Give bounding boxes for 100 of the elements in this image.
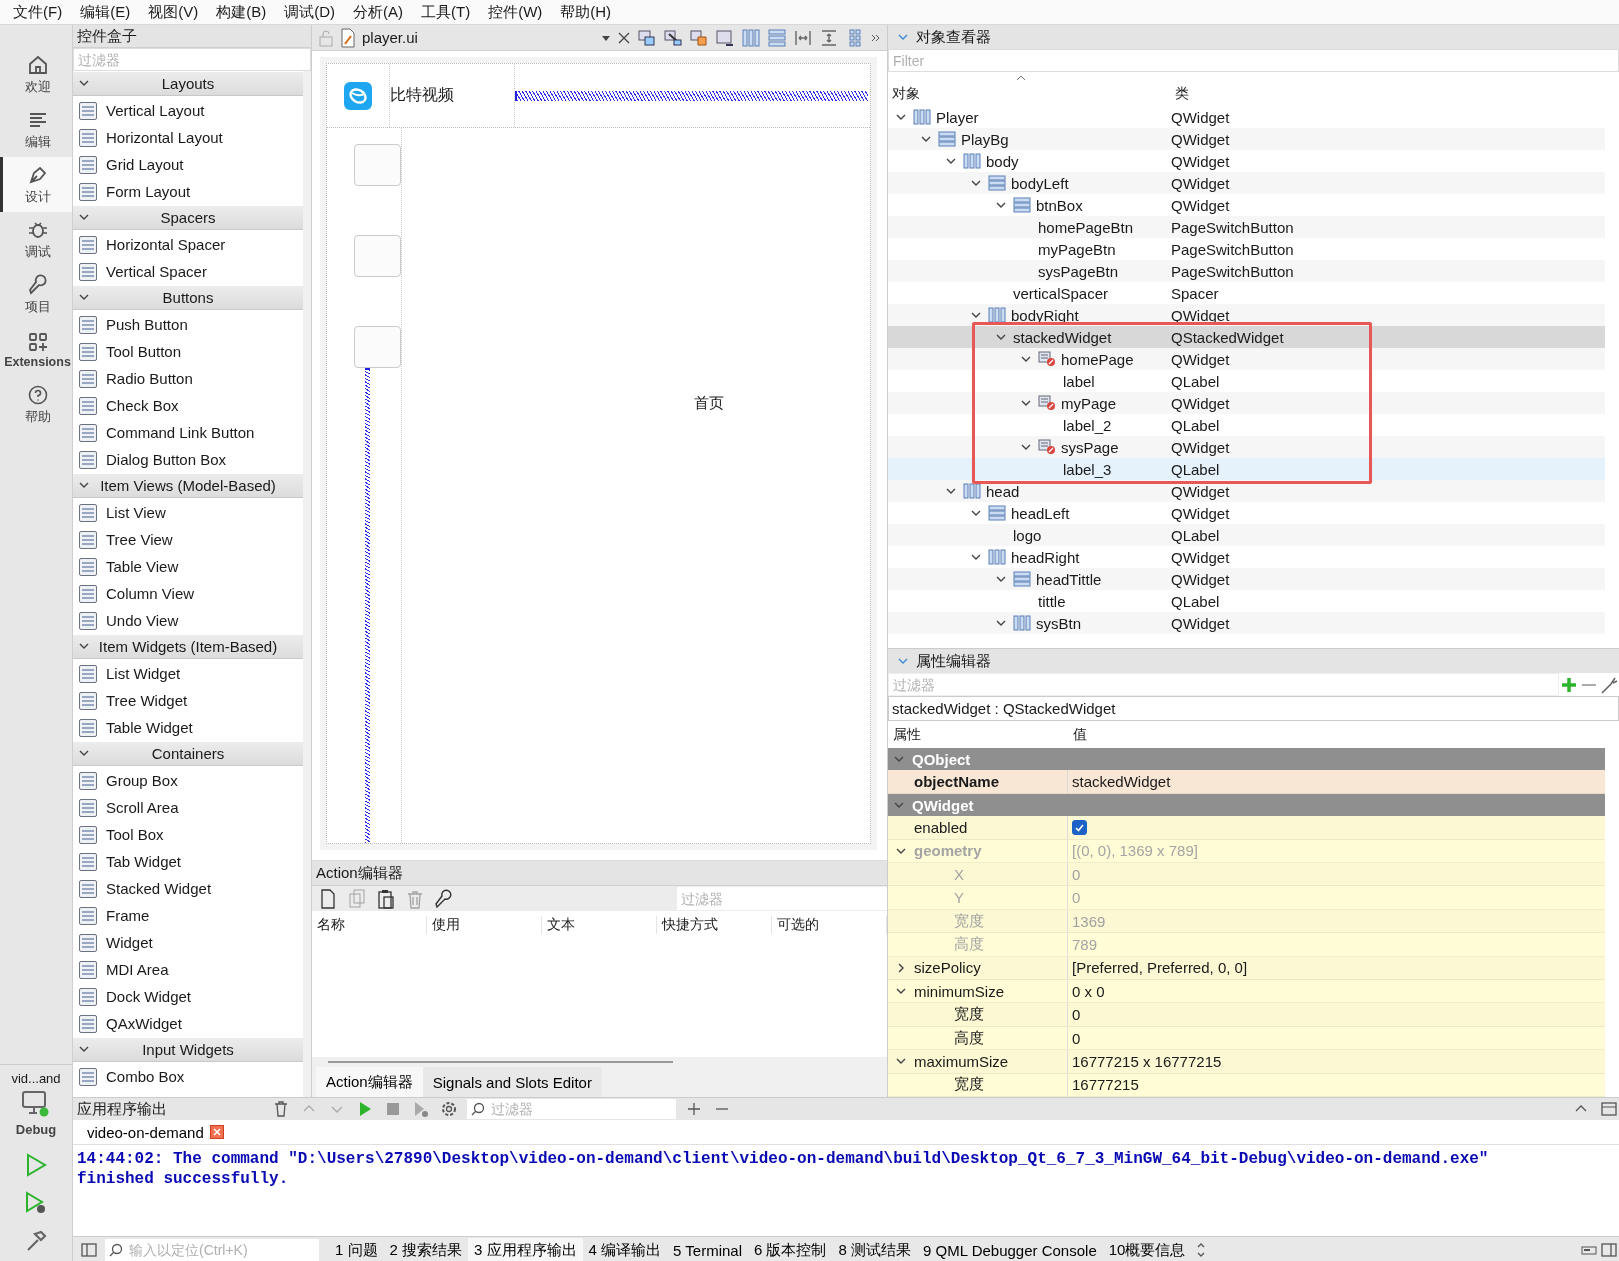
chevron-icon[interactable]	[971, 508, 981, 518]
widget-item[interactable]: Stacked Widget	[106, 880, 212, 897]
chevron-icon[interactable]	[79, 78, 89, 88]
chevron-icon[interactable]	[79, 748, 89, 758]
close-icon[interactable]	[209, 1125, 224, 1139]
property-value[interactable]: 16777215 x 16777215	[1068, 1053, 1605, 1070]
tree-row[interactable]: tittle QLabel	[888, 590, 1605, 612]
gear-icon[interactable]	[439, 1099, 459, 1119]
menu-item[interactable]: 分析(A)	[344, 2, 412, 22]
widget-item[interactable]: Group Box	[106, 772, 178, 789]
widget-item[interactable]: Vertical Spacer	[106, 263, 207, 280]
property-row[interactable]: 宽度 16777215	[888, 1073, 1605, 1097]
locator-input[interactable]: 输入以定位(Ctrl+K)	[127, 1241, 301, 1259]
widget-item[interactable]: Tree View	[106, 531, 173, 548]
chevron-icon[interactable]	[996, 200, 1006, 210]
category-header[interactable]: Layouts	[73, 72, 303, 96]
mode-button[interactable]: 项目	[0, 267, 72, 322]
close-icon[interactable]	[617, 30, 631, 45]
vertical-splitter-icon[interactable]	[819, 27, 839, 48]
tree-row[interactable]: headRight QWidget	[888, 546, 1605, 568]
tree-row[interactable]: myPageBtn PageSwitchButton	[888, 238, 1605, 260]
property-row[interactable]: enabled	[888, 816, 1605, 840]
chevron-icon[interactable]	[921, 134, 931, 144]
chevron-icon[interactable]	[79, 292, 89, 302]
widget-item[interactable]: Tool Button	[106, 343, 182, 360]
scrollbar-handle[interactable]	[328, 1061, 673, 1063]
tree-row[interactable]: stackedWidget QStackedWidget	[888, 326, 1605, 348]
mode-button[interactable]: 调试	[0, 212, 72, 267]
widget-item[interactable]: Form Layout	[106, 183, 191, 200]
widget-item[interactable]: MDI Area	[106, 961, 169, 978]
tree-row[interactable]: headLeft QWidget	[888, 502, 1605, 524]
pane-tab[interactable]: 10概要信息	[1102, 1238, 1192, 1261]
tree-row[interactable]: homePage QWidget	[888, 348, 1605, 370]
widget-item[interactable]: Command Link Button	[106, 424, 255, 441]
widget-item[interactable]: Column View	[106, 585, 195, 602]
panel-toggle-icon[interactable]	[1599, 1240, 1619, 1260]
widget-item[interactable]: Vertical Layout	[106, 102, 205, 119]
mode-button[interactable]: 编辑	[0, 102, 72, 157]
property-row[interactable]: sizePolicy [Preferred, Preferred, 0, 0]	[888, 956, 1605, 981]
mode-button[interactable]: 欢迎	[0, 47, 72, 102]
property-value[interactable]: 0	[1068, 1029, 1605, 1047]
category-header[interactable]: Input Widgets	[73, 1038, 303, 1062]
widget-item[interactable]: List View	[106, 504, 166, 521]
tab-order-icon[interactable]	[715, 27, 735, 48]
tree-row[interactable]: headTittle QWidget	[888, 568, 1605, 590]
pane-tab[interactable]: 2 搜索结果	[383, 1238, 469, 1261]
sidebar-toggle-icon[interactable]	[79, 1240, 99, 1260]
chevron-icon[interactable]	[996, 574, 1006, 584]
mode-button[interactable]: 帮助	[0, 377, 72, 432]
chevron-icon[interactable]	[946, 486, 956, 496]
filter-field[interactable]: Filter	[888, 49, 1619, 72]
tree-row[interactable]: sysPage QWidget	[888, 436, 1605, 458]
tree-row[interactable]: label_2 QLabel	[888, 414, 1605, 436]
build-config[interactable]: Debug	[15, 1122, 57, 1137]
widget-item[interactable]: Grid Layout	[106, 156, 184, 173]
widget-item[interactable]: Widget	[106, 934, 153, 951]
tree-row[interactable]: Player QWidget	[888, 106, 1605, 128]
tree-row[interactable]: bodyLeft QWidget	[888, 172, 1605, 194]
file-name[interactable]: player.ui	[362, 29, 418, 46]
widget-item[interactable]: QAxWidget	[106, 1015, 182, 1032]
caret-icon[interactable]	[601, 33, 611, 42]
chevron-icon[interactable]	[896, 962, 906, 973]
pane-tab[interactable]: 6 版本控制	[748, 1238, 833, 1261]
wrench-icon[interactable]	[434, 888, 454, 909]
filter-field[interactable]: 过滤器	[888, 673, 1559, 696]
widget-item[interactable]: Radio Button	[106, 370, 193, 387]
chevron-icon[interactable]	[996, 332, 1006, 342]
float-icon[interactable]	[1599, 1099, 1619, 1119]
column-header[interactable]: 类	[1171, 85, 1619, 103]
chevron-icon[interactable]	[79, 641, 89, 651]
property-row[interactable]: minimumSize 0 x 0	[888, 980, 1605, 1004]
column-header[interactable]: 快捷方式	[657, 916, 772, 934]
monitor-icon[interactable]	[21, 1090, 51, 1118]
pane-tab[interactable]: 9 QML Debugger Console	[917, 1238, 1103, 1261]
project-name[interactable]: vid...and	[11, 1071, 61, 1086]
pane-tab[interactable]: 8 测试结果	[832, 1238, 917, 1261]
menu-item[interactable]: 文件(F)	[4, 2, 72, 22]
category-header[interactable]: Buttons	[73, 286, 303, 310]
chevron-icon[interactable]	[1021, 398, 1031, 408]
pane-tab[interactable]: 5 Terminal	[667, 1238, 748, 1261]
property-value[interactable]: [Preferred, Preferred, 0, 0]	[1068, 959, 1605, 977]
tree-row[interactable]: btnBox QWidget	[888, 194, 1605, 216]
property-row[interactable]: 宽度 0	[888, 1003, 1605, 1027]
widget-item[interactable]: Dock Widget	[106, 988, 192, 1005]
chevron-icon[interactable]	[1021, 354, 1031, 364]
tree-row[interactable]: PlayBg QWidget	[888, 128, 1605, 150]
edit-signals-icon[interactable]	[663, 27, 683, 48]
widget-item[interactable]: Horizontal Layout	[106, 129, 223, 146]
menu-item[interactable]: 视图(V)	[139, 2, 208, 22]
editor-tab[interactable]: Action编辑器	[316, 1067, 423, 1097]
widget-item[interactable]: Undo View	[106, 612, 179, 629]
column-header[interactable]: 名称	[312, 916, 427, 934]
filter-field[interactable]: 过滤器	[677, 887, 887, 910]
widget-item[interactable]: Combo Box	[106, 1068, 185, 1085]
property-row[interactable]: maximumSize 16777215 x 16777215	[888, 1050, 1605, 1074]
chevron-icon[interactable]	[79, 212, 89, 222]
property-value[interactable]: 16777215	[1068, 1076, 1605, 1094]
widget-item[interactable]: Frame	[106, 907, 150, 924]
column-header[interactable]: 属性	[888, 725, 1068, 744]
editor-tab[interactable]: Signals and Slots Editor	[422, 1067, 602, 1097]
